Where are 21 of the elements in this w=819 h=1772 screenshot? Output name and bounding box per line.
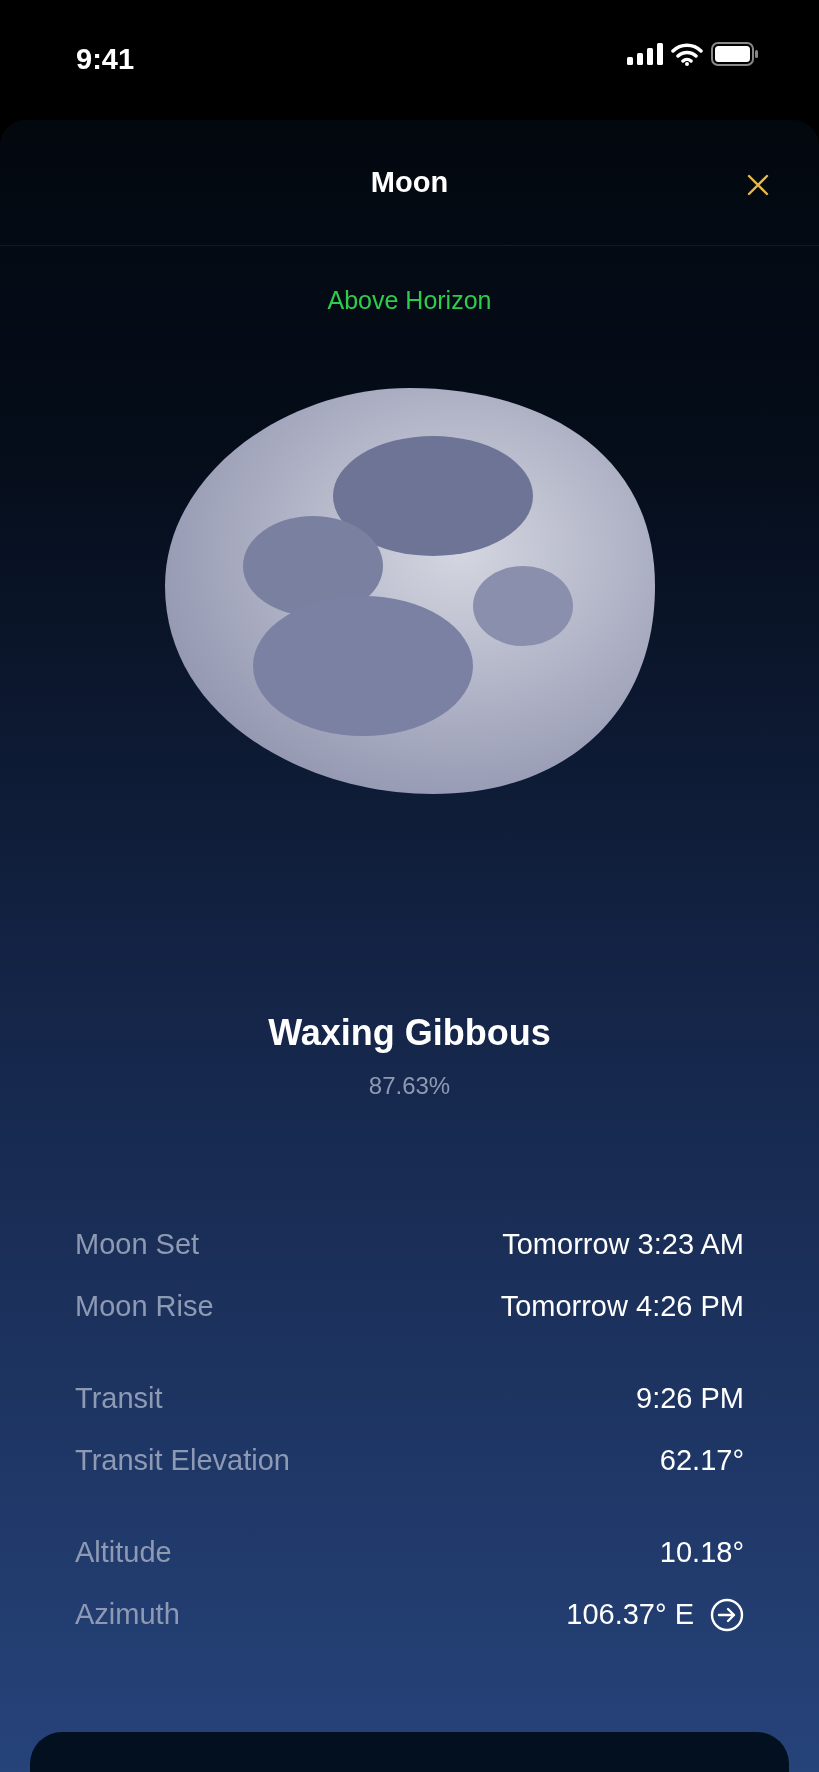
status-time: 9:41: [76, 42, 135, 77]
signal-icon: [627, 43, 663, 65]
detail-value: 10.18°: [659, 1534, 744, 1570]
sheet-title: Moon: [370, 164, 449, 200]
wifi-icon: [671, 42, 703, 66]
illumination-percent: 87.63%: [368, 1070, 451, 1101]
arrow-circle-icon[interactable]: [710, 1597, 744, 1632]
detail-value: 62.17°: [659, 1442, 744, 1478]
detail-label: Transit Elevation: [75, 1442, 290, 1478]
detail-value: 9:26 PM: [636, 1380, 744, 1416]
battery-icon: [711, 42, 759, 66]
horizon-status: Above Horizon: [327, 285, 492, 316]
detail-value: 106.37° E: [566, 1596, 694, 1632]
detail-label: Azimuth: [75, 1596, 180, 1632]
detail-value: Tomorrow 3:23 AM: [502, 1226, 744, 1262]
detail-label: Moon Rise: [75, 1288, 214, 1324]
detail-label: Altitude: [75, 1534, 172, 1570]
detail-label: Moon Set: [75, 1226, 200, 1262]
detail-value: Tomorrow 4:26 PM: [500, 1288, 744, 1324]
detail-label: Transit: [75, 1380, 163, 1416]
moon-phase: Waxing Gibbous: [268, 1010, 551, 1055]
